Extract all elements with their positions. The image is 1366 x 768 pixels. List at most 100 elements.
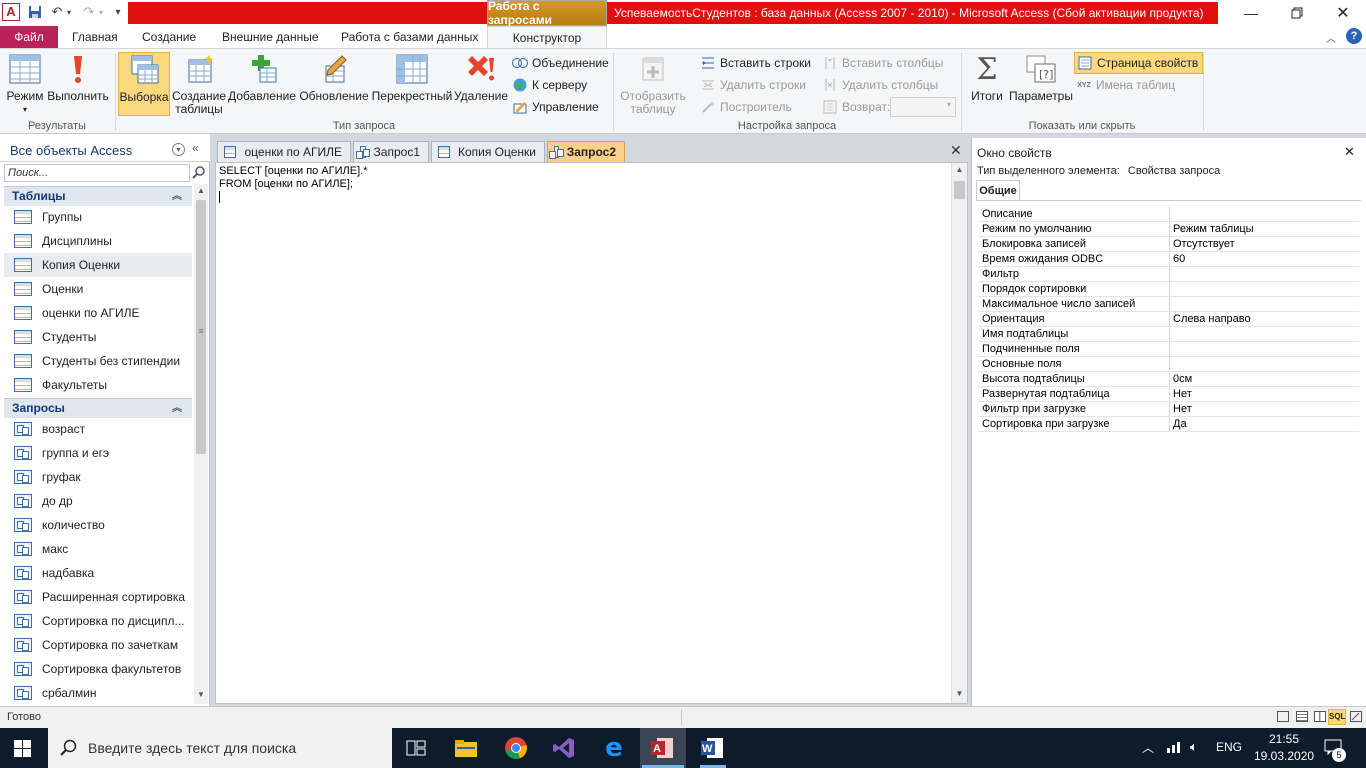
list-item[interactable]: Факультеты — [4, 373, 192, 397]
undo-dropdown-icon[interactable]: ▾ — [64, 3, 74, 21]
property-sheet-button[interactable]: Страница свойств — [1074, 52, 1204, 74]
property-value[interactable]: Режим таблицы — [1173, 222, 1254, 236]
tab-database-tools[interactable]: Работа с базами данных — [331, 26, 488, 48]
insert-columns-button[interactable]: Вставить столбцы — [822, 53, 943, 73]
table-names-button[interactable]: XYZ Имена таблиц — [1076, 75, 1175, 95]
scroll-up-icon[interactable]: ▲ — [194, 184, 208, 198]
crosstab-button[interactable]: Перекрестный — [372, 52, 452, 116]
list-item[interactable]: возраст — [4, 417, 192, 441]
list-item[interactable]: Сортировка факультетов — [4, 657, 192, 681]
property-value[interactable]: 60 — [1173, 252, 1185, 266]
task-view-icon[interactable] — [402, 734, 430, 762]
scroll-down-icon[interactable]: ▼ — [194, 688, 208, 702]
close-document-icon[interactable]: ✕ — [950, 142, 962, 159]
list-item[interactable]: Сортировка по дисципл... — [4, 609, 192, 633]
property-row[interactable]: Сортировка при загрузке Да — [978, 417, 1359, 432]
collapse-section-icon[interactable]: ︽ — [172, 399, 182, 418]
list-item[interactable]: Сортировка по зачеткам — [4, 633, 192, 657]
pass-through-button[interactable]: К серверу — [512, 75, 587, 95]
save-icon[interactable] — [26, 3, 44, 21]
edge-icon[interactable]: e — [600, 733, 628, 763]
list-item[interactable]: груфак — [4, 465, 192, 489]
property-row[interactable]: Описание — [978, 207, 1359, 222]
scroll-down-icon[interactable]: ▼ — [952, 689, 967, 698]
list-item[interactable]: Оценки — [4, 277, 192, 301]
collapse-section-icon[interactable]: ︽ — [172, 187, 182, 206]
property-value[interactable]: Нет — [1173, 387, 1192, 401]
property-row[interactable]: Режим по умолчанию Режим таблицы — [978, 222, 1359, 237]
close-property-sheet-icon[interactable]: ✕ — [1344, 144, 1355, 160]
tab-design[interactable]: Конструктор — [487, 26, 607, 49]
list-item[interactable]: Группы — [4, 205, 192, 229]
sql-view-button[interactable]: SQL — [1328, 709, 1346, 725]
tab-external-data[interactable]: Внешние данные — [212, 26, 329, 48]
select-query-button[interactable]: Выборка — [118, 52, 170, 116]
taskbar-search-box[interactable]: Введите здесь текст для поиска — [48, 728, 392, 768]
delete-query-button[interactable]: Удаление — [454, 52, 508, 116]
section-header-queries[interactable]: Запросы ︽ — [4, 398, 192, 418]
delete-rows-button[interactable]: Удалить строки — [700, 75, 806, 95]
section-header-tables[interactable]: Таблицы ︽ — [4, 186, 192, 206]
list-item[interactable]: надбавка — [4, 561, 192, 585]
property-row[interactable]: Блокировка записей Отсутствует — [978, 237, 1359, 252]
totals-button[interactable]: Σ Итоги — [964, 52, 1010, 116]
nav-scrollbar[interactable]: ▲ ≡ ▼ — [194, 184, 208, 704]
windows-start-icon[interactable] — [14, 740, 31, 760]
access-taskbar-icon[interactable]: A — [648, 734, 676, 762]
collapse-pane-icon[interactable]: « — [192, 141, 199, 155]
ribbon-collapse-icon[interactable]: ︿ — [1326, 30, 1336, 45]
update-button[interactable]: Обновление — [298, 52, 370, 116]
property-value[interactable]: Да — [1173, 417, 1187, 431]
property-value[interactable]: 0см — [1173, 372, 1192, 386]
property-row[interactable]: Максимальное число записей — [978, 297, 1359, 312]
sql-text[interactable]: SELECT [оценки по АГИЛЕ].* FROM [оценки п… — [219, 165, 367, 203]
doc-tab-query1[interactable]: Запрос1 — [353, 141, 429, 162]
list-item[interactable]: до др — [4, 489, 192, 513]
sql-editor[interactable]: SELECT [оценки по АГИЛЕ].* FROM [оценки п… — [215, 162, 968, 704]
design-view-icon[interactable] — [1350, 711, 1362, 722]
doc-tab-copy-grades[interactable]: Копия Оценки — [431, 141, 545, 162]
show-table-button[interactable]: Отобразить таблицу — [616, 52, 690, 116]
tab-general[interactable]: Общие — [976, 180, 1020, 201]
nav-menu-chevron-icon[interactable]: ▾ — [172, 143, 185, 156]
list-item[interactable]: Дисциплины — [4, 229, 192, 253]
property-row[interactable]: Фильтр при загрузке Нет — [978, 402, 1359, 417]
list-item[interactable]: Копия Оценки — [4, 253, 192, 277]
pivot-table-view-icon[interactable] — [1296, 711, 1308, 722]
list-item[interactable]: группа и егэ — [4, 441, 192, 465]
close-icon[interactable]: ✕ — [1320, 0, 1366, 26]
minimize-icon[interactable]: — — [1228, 0, 1274, 26]
property-row[interactable]: Порядок сортировки — [978, 282, 1359, 297]
pivot-chart-view-icon[interactable] — [1314, 711, 1326, 722]
property-row[interactable]: Время ожидания ODBC 60 — [978, 252, 1359, 267]
list-item[interactable]: Расширенная сортировка — [4, 585, 192, 609]
tab-home[interactable]: Главная — [62, 26, 128, 48]
clock-date[interactable]: 19.03.2020 — [1254, 749, 1314, 763]
list-item[interactable]: количество — [4, 513, 192, 537]
scroll-up-icon[interactable]: ▲ — [952, 165, 967, 174]
property-row[interactable]: Фильтр — [978, 267, 1359, 282]
access-app-icon[interactable]: A — [2, 3, 20, 21]
property-row[interactable]: Подчиненные поля — [978, 342, 1359, 357]
data-definition-button[interactable]: Управление — [512, 97, 599, 117]
help-icon[interactable]: ? — [1346, 28, 1362, 44]
run-button[interactable]: Выполнить — [47, 52, 109, 116]
return-dropdown[interactable]: ▾ — [890, 97, 956, 117]
nav-search-input[interactable]: Поиск... — [4, 164, 190, 182]
language-indicator[interactable]: ENG — [1216, 740, 1242, 754]
tab-file[interactable]: Файл — [0, 26, 58, 48]
union-button[interactable]: Объединение — [512, 53, 609, 73]
show-hidden-icons-icon[interactable]: ︿ — [1142, 739, 1154, 756]
property-value[interactable]: Нет — [1173, 402, 1192, 416]
datasheet-view-icon[interactable] — [1277, 711, 1289, 722]
doc-tab-query2[interactable]: Запрос2 — [547, 141, 625, 162]
file-explorer-icon[interactable] — [452, 734, 480, 762]
customize-qat-icon[interactable]: ▾ — [112, 3, 124, 21]
nav-title[interactable]: Все объекты Access — [10, 143, 132, 158]
append-button[interactable]: Добавление — [228, 52, 296, 116]
make-table-button[interactable]: Создание таблицы — [172, 52, 226, 116]
chrome-icon[interactable] — [502, 734, 530, 762]
network-icon[interactable] — [1166, 740, 1182, 757]
word-icon[interactable]: W — [698, 734, 726, 762]
list-item[interactable]: Студенты — [4, 325, 192, 349]
